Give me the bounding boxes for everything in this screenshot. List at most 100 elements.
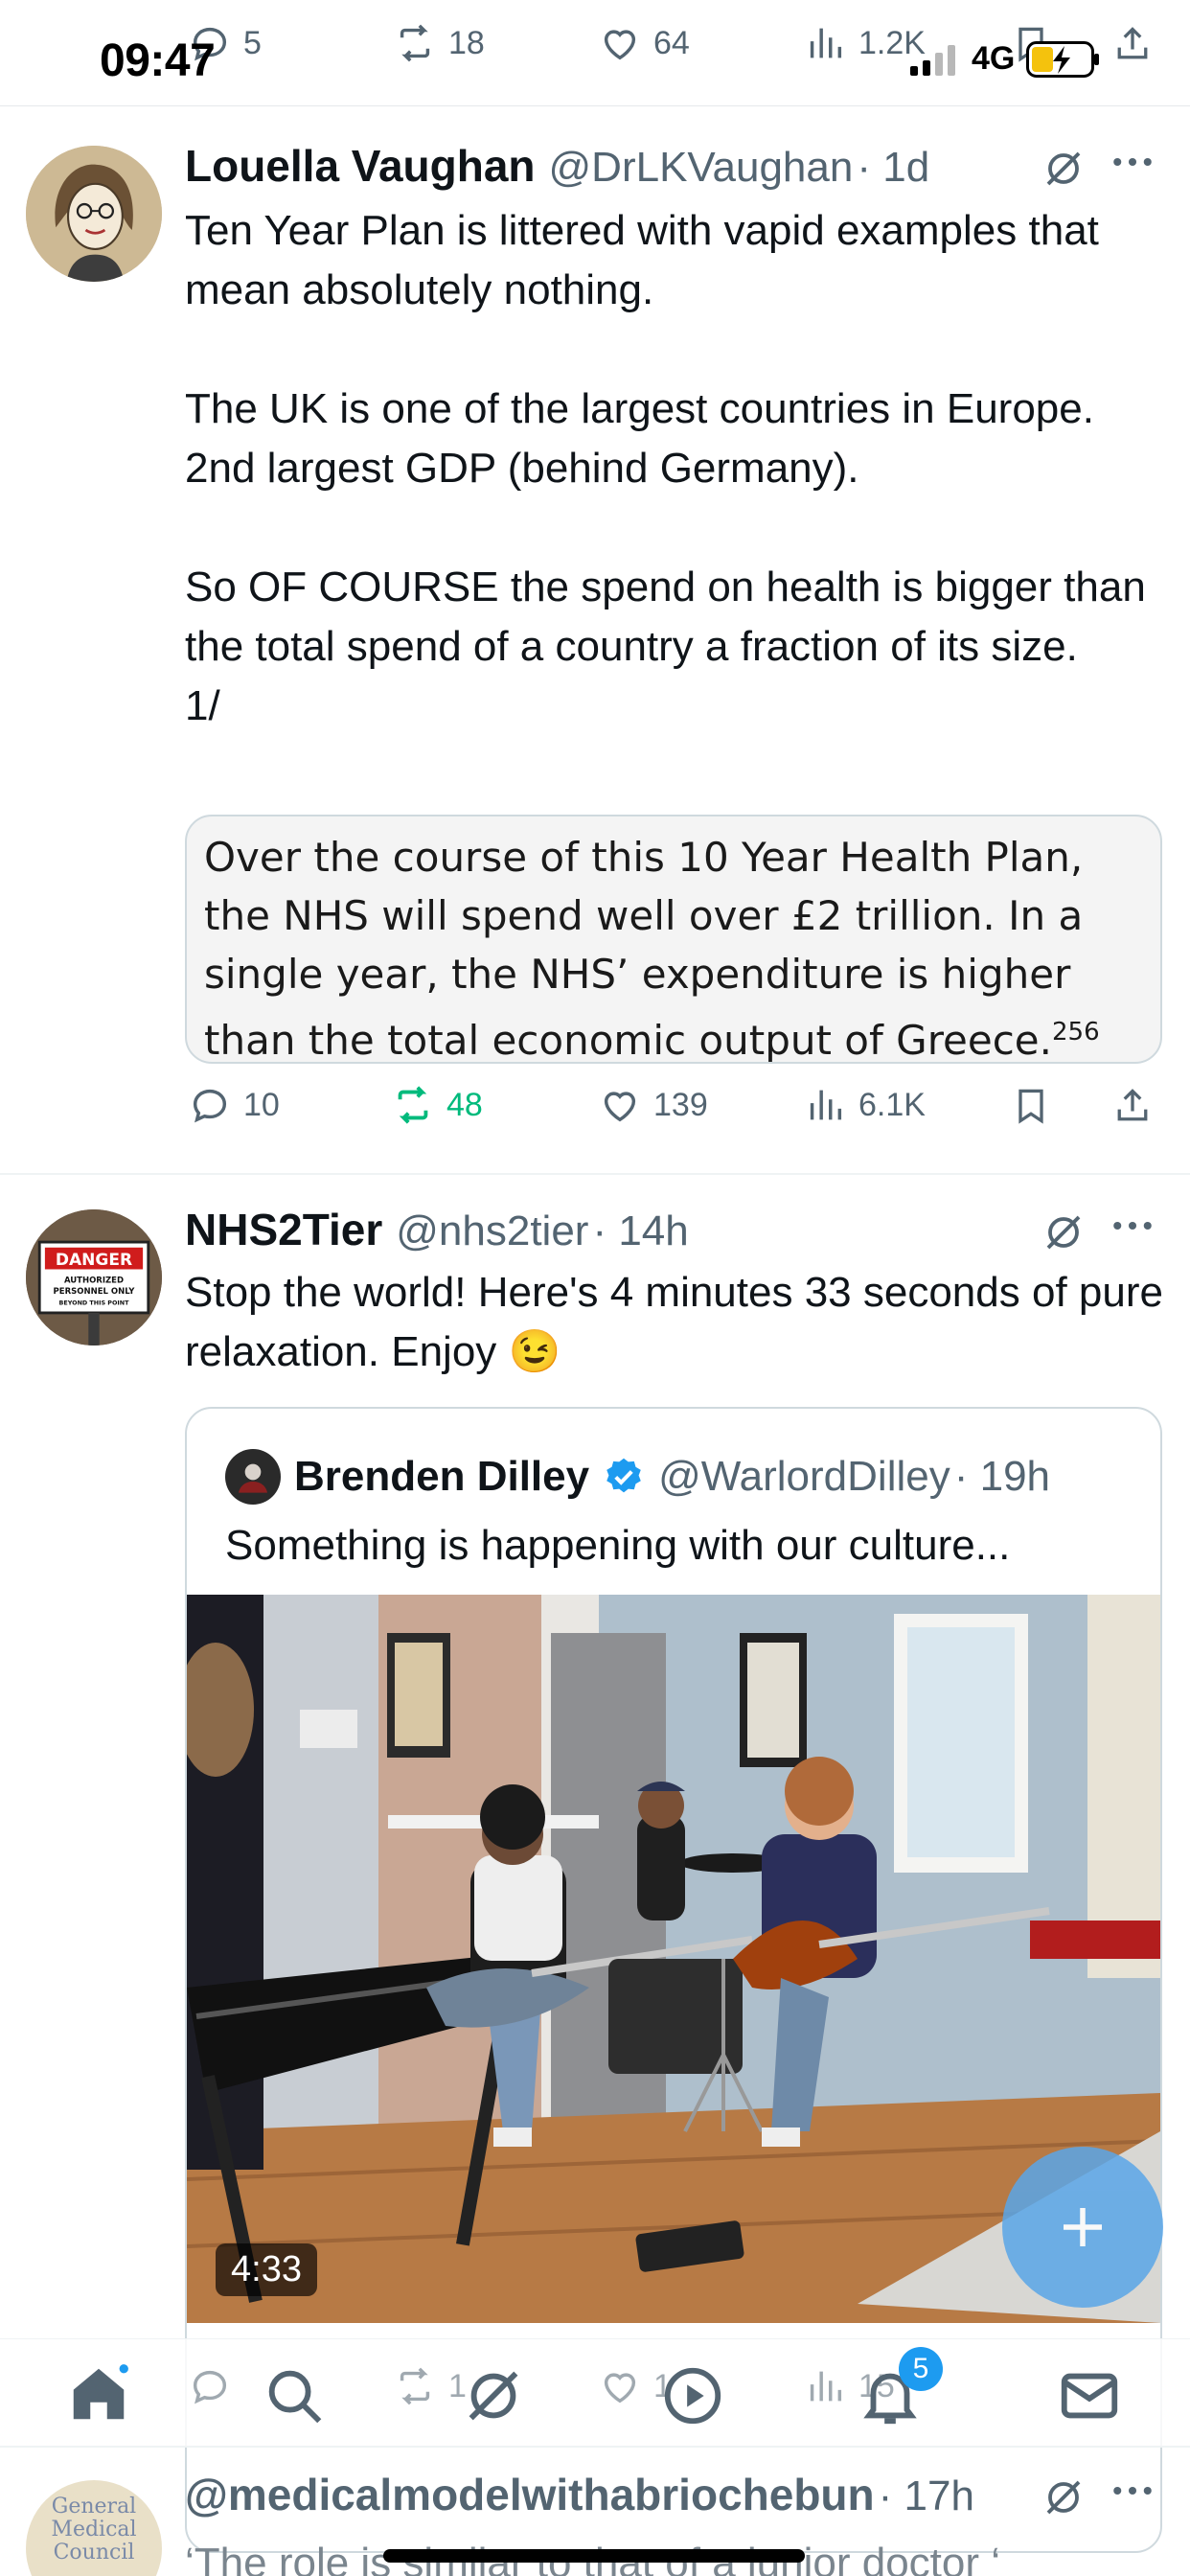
quoted-author-name[interactable]: Brenden Dilley [294, 1453, 589, 1501]
tweet-text: Stop the world! Here's 4 minutes 33 seco… [185, 1269, 1163, 1375]
grok-icon [469, 2371, 518, 2421]
heart-icon [604, 1092, 636, 1122]
image-quote-text: Over the course of this 10 Year Health P… [187, 816, 1160, 1064]
more-icon [1113, 1221, 1152, 1230]
avatar[interactable] [26, 146, 162, 282]
more-icon [1113, 2486, 1152, 2496]
repost-button[interactable]: 48 [391, 1083, 483, 1127]
like-button[interactable]: 64 [598, 21, 690, 65]
author-handle[interactable]: @nhs2tier [396, 1208, 588, 1255]
grok-icon [1046, 1215, 1081, 1250]
tweet-image[interactable]: Over the course of this 10 Year Health P… [185, 815, 1162, 1064]
share-icon [1117, 1089, 1148, 1121]
tweet-text: Ten Year Plan is littered with vapid exa… [185, 207, 1146, 729]
grok-button[interactable] [1041, 146, 1087, 192]
more-options-button[interactable] [1111, 155, 1154, 169]
network-type: 4G [972, 40, 1016, 77]
reply-button[interactable]: 10 [188, 1083, 280, 1127]
author-handle[interactable]: @medicalmodelwithabriochebun [185, 2469, 875, 2520]
more-icon [1113, 157, 1152, 167]
image-text: Over the course of this 10 Year Health P… [204, 834, 1084, 1064]
quoted-tweet-text: Something is happening with our culture.… [225, 1522, 1011, 1569]
signal-icon [910, 44, 955, 76]
notification-badge: 5 [899, 2347, 943, 2391]
compose-button[interactable] [1002, 2147, 1163, 2308]
share-button[interactable] [1111, 1085, 1154, 1127]
nav-messages[interactable] [1056, 2362, 1123, 2429]
home-icon [73, 2364, 128, 2420]
video-duration: 4:33 [216, 2243, 317, 2296]
reply-icon [193, 2370, 227, 2404]
avatar-text: General Medical Council [51, 2495, 137, 2564]
cartoon-avatar-icon [26, 146, 162, 282]
author-handle[interactable]: @DrLKVaughan [549, 144, 854, 192]
play-circle-icon [664, 2367, 721, 2425]
image-footnote: 256 [1052, 1018, 1100, 1046]
reply-count: 5 [243, 24, 262, 61]
tweet-time[interactable]: · 1d [857, 144, 929, 192]
sign-line2: AUTHORIZED [64, 1276, 124, 1286]
tweet-time[interactable]: · 17h [879, 2472, 974, 2520]
bookmark-button[interactable] [1010, 1085, 1052, 1127]
person-avatar-icon [239, 1463, 267, 1493]
avatar[interactable]: General Medical Council [26, 2480, 162, 2576]
views-button[interactable]: 1.2K [803, 21, 926, 65]
nav-search[interactable] [261, 2362, 328, 2429]
sign-line3: PERSONNEL ONLY [54, 1287, 136, 1297]
repost-button[interactable]: 18 [393, 21, 485, 65]
repost-count: 48 [446, 1086, 483, 1123]
nav-video[interactable] [659, 2362, 726, 2429]
avatar[interactable]: DANGER AUTHORIZED PERSONNEL ONLY BEYOND … [26, 1209, 162, 1346]
reply-count: 10 [243, 1086, 280, 1123]
quoted-tweet-time[interactable]: · 19h [954, 1453, 1050, 1501]
share-button[interactable] [1111, 23, 1154, 65]
repost-icon [400, 2367, 430, 2405]
repost-icon [400, 24, 430, 62]
verified-badge-icon [606, 1458, 641, 1493]
quoted-tweet-header: Brenden Dilley @WarlordDilley · 19h [187, 1409, 1160, 1505]
grok-button[interactable] [1041, 1209, 1087, 1255]
views-icon [810, 2371, 842, 2402]
views-icon [810, 28, 842, 58]
views-icon [810, 1090, 842, 1120]
like-count: 64 [653, 24, 690, 61]
bookmark-icon [1018, 1089, 1043, 1124]
plus-icon [1064, 2208, 1102, 2246]
tweet-medicalmodel[interactable]: General Medical Council @medicalmodelwit… [0, 2448, 1190, 2576]
views-count: 6.1K [858, 1086, 926, 1123]
status-time: 09:47 [100, 35, 216, 86]
more-options-button[interactable] [1111, 2484, 1154, 2497]
repost-count: 18 [448, 24, 485, 61]
tweet-time[interactable]: · 14h [592, 1208, 688, 1255]
status-indicators: 4G [910, 40, 1101, 78]
tweet-louella-vaughan[interactable]: Louella Vaughan @DrLKVaughan · 1d Ten Ye… [0, 105, 1190, 1173]
reply-icon [193, 1089, 227, 1123]
nav-grok[interactable] [460, 2362, 527, 2429]
quoted-author-handle[interactable]: @WarlordDilley [658, 1453, 950, 1501]
grok-icon [1046, 2480, 1081, 2515]
sign-line4: BEYOND THIS POINT [59, 1299, 130, 1306]
views-button[interactable]: 6.1K [803, 1083, 926, 1127]
previous-tweet-actions: 5 18 64 1.2K 09:47 4G [0, 0, 1190, 106]
home-indicator [383, 2549, 805, 2563]
heart-icon [604, 30, 636, 60]
mail-icon [1061, 2373, 1118, 2419]
more-options-button[interactable] [1111, 1219, 1154, 1232]
nav-home[interactable] [65, 2360, 132, 2427]
share-icon [1117, 27, 1148, 59]
like-count: 139 [653, 1086, 708, 1123]
sign-line1: DANGER [56, 1251, 132, 1270]
grok-button[interactable] [1041, 2474, 1087, 2520]
grok-icon [1046, 151, 1081, 186]
danger-sign-avatar: DANGER AUTHORIZED PERSONNEL ONLY BEYOND … [26, 1209, 162, 1346]
quoted-avatar[interactable] [225, 1449, 281, 1505]
battery-charging-icon [1026, 40, 1100, 78]
author-name[interactable]: Louella Vaughan [185, 140, 536, 192]
bottom-navigation: 1 1 15 5 [0, 2338, 1190, 2447]
repost-icon [398, 1086, 428, 1124]
like-button[interactable]: 139 [598, 1083, 708, 1127]
repost-button[interactable]: 1 [393, 2364, 467, 2408]
heart-icon [604, 2373, 636, 2404]
reply-button[interactable] [188, 2364, 243, 2408]
author-name[interactable]: NHS2Tier [185, 1204, 382, 1255]
